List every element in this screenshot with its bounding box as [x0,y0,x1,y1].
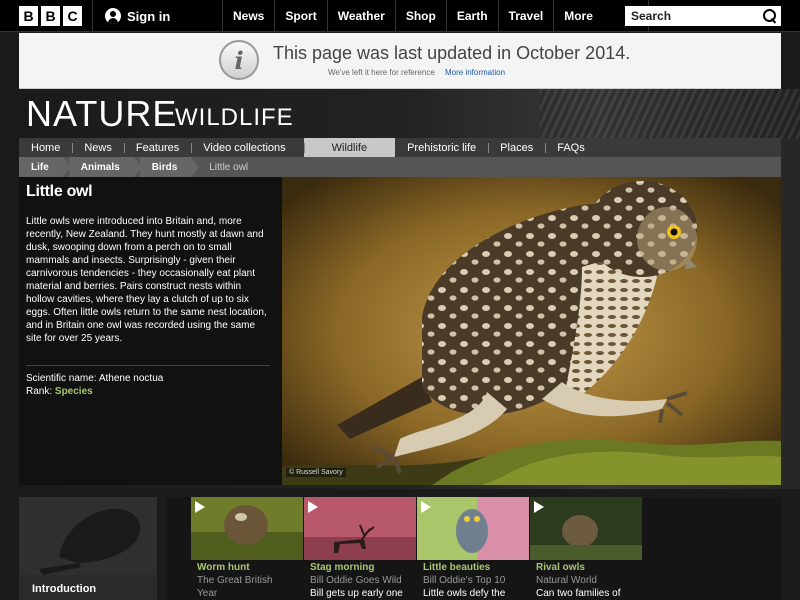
tab-features[interactable]: Features [123,138,191,157]
little-beauties-image [417,497,529,560]
hero-image: © Russell Savory [282,177,781,485]
video-title: Little beauties [423,562,491,573]
stag-morning-image [304,497,416,560]
scientific-name-row: Scientific name: Athene noctua [26,372,270,385]
search-icon[interactable] [763,9,777,23]
play-icon [308,501,318,513]
video-title: Worm hunt [197,562,250,573]
section-nav: Home News Features Video collections Wil… [19,138,781,157]
video-title: Rival owls [536,562,585,573]
video-source: Bill Oddie Goes Wild [310,575,402,586]
logo-letter: C [63,6,82,26]
owl-silhouette-image [19,497,157,575]
breadcrumb-birds[interactable]: Birds [139,157,199,177]
nav-earth[interactable]: Earth [445,0,498,32]
rank-link[interactable]: Species [55,386,93,397]
logo-letter: B [41,6,60,26]
species-info-panel: Little owl Little owls were introduced i… [19,177,282,485]
video-description: Bill gets up early one [310,588,403,599]
video-thumbnail [304,497,416,560]
video-carousel: Worm hunt The Great British Year Stag mo… [167,497,781,600]
play-icon [195,501,205,513]
nav-sport[interactable]: Sport [274,0,326,32]
video-title: Stag morning [310,562,375,573]
video-thumbnail [191,497,303,560]
nav-weather[interactable]: Weather [326,0,395,32]
notice-title: This page was last updated in October 20… [273,43,631,63]
notice-subtitle: We've left it here for reference [328,68,435,77]
introduction-thumbnail [19,497,157,575]
species-title: Little owl [26,183,93,200]
play-icon [534,501,544,513]
video-thumbnail [530,497,642,560]
nav-news[interactable]: News [222,0,274,32]
divider [26,365,270,366]
tab-news[interactable]: News [72,138,124,157]
global-nav: News Sport Weather Shop Earth Travel Mor… [222,0,650,32]
rank-label: Rank: [26,386,53,397]
video-card[interactable]: Worm hunt The Great British Year [191,497,303,600]
video-source: The Great British [197,575,273,586]
video-source: Natural World [536,575,597,586]
section-title[interactable]: WILDLIFE [175,104,294,132]
logo-letter: B [19,6,38,26]
tab-prehistoric-life[interactable]: Prehistoric life [395,138,488,157]
video-card[interactable]: Little beauties Bill Oddie's Top 10 Litt… [417,497,529,600]
video-description: Year [197,588,218,599]
tab-wildlife[interactable]: Wildlife [303,138,396,157]
site-title[interactable]: NATURE [26,93,177,135]
photo-credit: © Russell Savory [286,468,346,477]
nav-more-label: More [564,9,593,23]
signin-label: Sign in [127,8,171,24]
tab-video-collections[interactable]: Video collections [191,138,297,157]
species-description: Little owls were introduced into Britain… [26,216,267,344]
breadcrumb: Life Animals Birds Little owl [19,157,781,177]
user-icon [105,8,121,24]
rival-owls-image [530,497,642,560]
introduction-label: Introduction [32,583,97,595]
breadcrumb-animals[interactable]: Animals [68,157,142,177]
scientific-name-value: Athene noctua [98,373,164,384]
introduction-tile[interactable]: Introduction [19,497,157,600]
breadcrumb-life[interactable]: Life [19,157,71,177]
play-icon [421,501,431,513]
signin-button[interactable]: Sign in [92,0,170,32]
little-owl-illustration [282,177,781,485]
tab-home[interactable]: Home [19,138,72,157]
scientific-name-label: Scientific name: [26,373,97,384]
bbc-global-bar: B B C Sign in News Sport Weather Shop Ea… [0,0,800,32]
worm-hunt-image [191,497,303,560]
search-input[interactable] [631,9,751,23]
rank-row: Rank: Species [26,385,270,398]
video-source: Bill Oddie's Top 10 [423,575,506,586]
video-thumbnail [417,497,529,560]
video-description: Can two families of [536,588,621,599]
tab-places[interactable]: Places [488,138,545,157]
info-icon: i [219,40,259,80]
video-card[interactable]: Stag morning Bill Oddie Goes Wild Bill g… [304,497,416,600]
archive-notice: i This page was last updated in October … [19,33,781,89]
nav-travel[interactable]: Travel [497,0,554,32]
video-card[interactable]: Rival owls Natural World Can two familie… [530,497,642,600]
more-information-link[interactable]: More information [445,68,505,77]
tab-faqs[interactable]: FAQs [545,138,597,157]
nav-shop[interactable]: Shop [394,0,446,32]
video-description: Little owls defy the [423,588,506,599]
search-box [625,6,781,26]
bbc-logo[interactable]: B B C [19,6,82,26]
breadcrumb-current: Little owl [209,161,249,173]
